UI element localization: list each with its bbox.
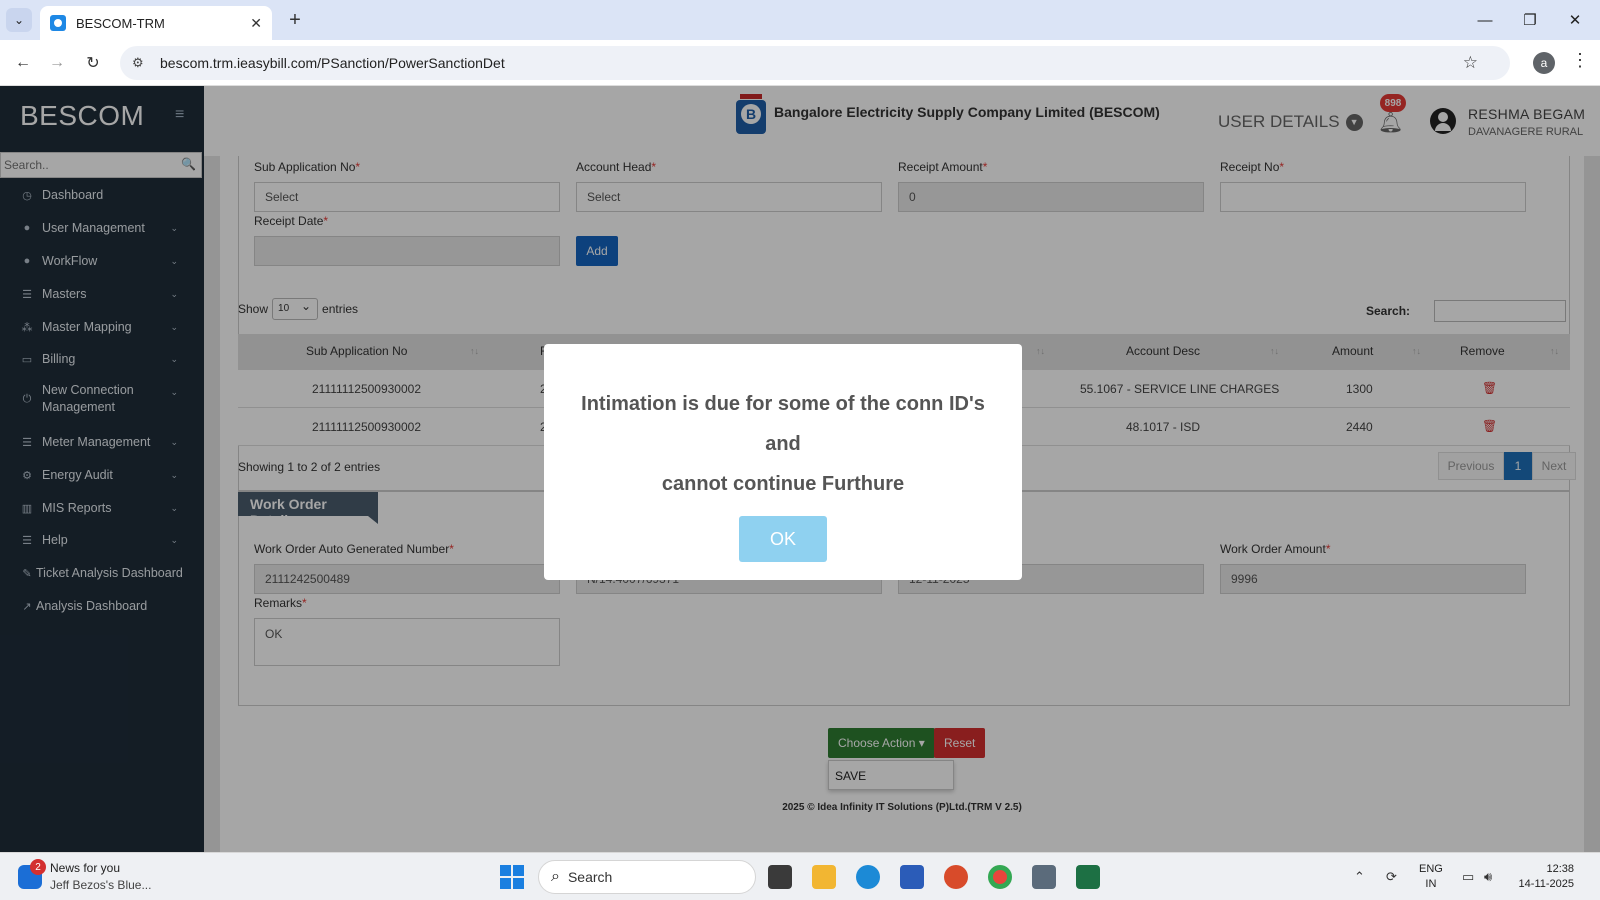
taskbar: 2 News for you Jeff Bezos's Blue... ⌕ Se… [0,852,1600,900]
store-icon[interactable] [900,865,924,889]
calculator-icon[interactable] [1032,865,1056,889]
new-tab-button[interactable]: + [282,8,308,32]
modal-message-line2: cannot continue Furthure [661,473,905,495]
file-explorer-icon[interactable] [812,865,836,889]
tab-title: BESCOM-TRM [76,15,165,31]
language-indicator[interactable]: ENG IN [1419,862,1443,892]
taskbar-search-label: Search [567,869,613,885]
restore-icon[interactable]: ❐ [1515,8,1545,32]
clock[interactable]: 12:38 14-11-2025 [1510,862,1574,892]
taskbar-search[interactable]: ⌕ Search [538,860,756,894]
browser-menu-icon[interactable]: ⋮ [1570,50,1590,71]
address-bar: ← → ↻ ⚙ bescom.trm.ieasybill.com/PSancti… [0,40,1600,86]
back-icon[interactable]: ← [10,50,36,76]
close-tab-icon[interactable]: ✕ [250,15,262,32]
news-subtitle[interactable]: Jeff Bezos's Blue... [50,878,151,892]
forward-icon[interactable]: → [44,50,70,76]
browser-tab-bar: ⌄ BESCOM-TRM ✕ + — ❐ ✕ [0,0,1600,40]
chevron-up-icon[interactable]: ⌃ [1354,869,1365,885]
volume-icon[interactable]: 🔊︎ [1484,869,1492,885]
modal-message: Intimation is due for some of the conn I… [564,384,1002,504]
news-badge: 2 [30,859,46,875]
app-icon[interactable] [944,865,968,889]
bookmark-star-icon[interactable]: ☆ [1463,53,1478,73]
site-favicon-icon [50,15,66,31]
excel-icon[interactable] [1076,865,1100,889]
url-input[interactable]: ⚙ bescom.trm.ieasybill.com/PSanction/Pow… [120,46,1510,80]
url-text: bescom.trm.ieasybill.com/PSanction/Power… [160,55,505,71]
sync-icon[interactable]: ⟳ [1386,869,1397,885]
close-window-icon[interactable]: ✕ [1560,8,1590,32]
news-title[interactable]: News for you [50,861,120,875]
site-info-icon[interactable]: ⚙ [132,55,148,71]
search-icon: ⌕ [551,868,560,885]
tab-search-icon[interactable]: ⌄ [6,8,32,32]
windows-start-icon[interactable] [500,865,524,889]
edge-browser-icon[interactable] [856,865,880,889]
reload-icon[interactable]: ↻ [80,50,106,76]
browser-tab[interactable]: BESCOM-TRM ✕ [40,6,272,40]
modal-message-line1: Intimation is due for some of the conn I… [581,393,985,455]
chrome-icon[interactable] [988,865,1012,889]
task-view-icon[interactable] [768,865,792,889]
minimize-icon[interactable]: — [1470,8,1500,32]
network-icon[interactable]: ▭ [1462,869,1474,885]
ok-button[interactable]: OK [739,516,827,562]
profile-avatar[interactable]: a [1533,52,1555,74]
alert-modal: Intimation is due for some of the conn I… [544,344,1022,580]
